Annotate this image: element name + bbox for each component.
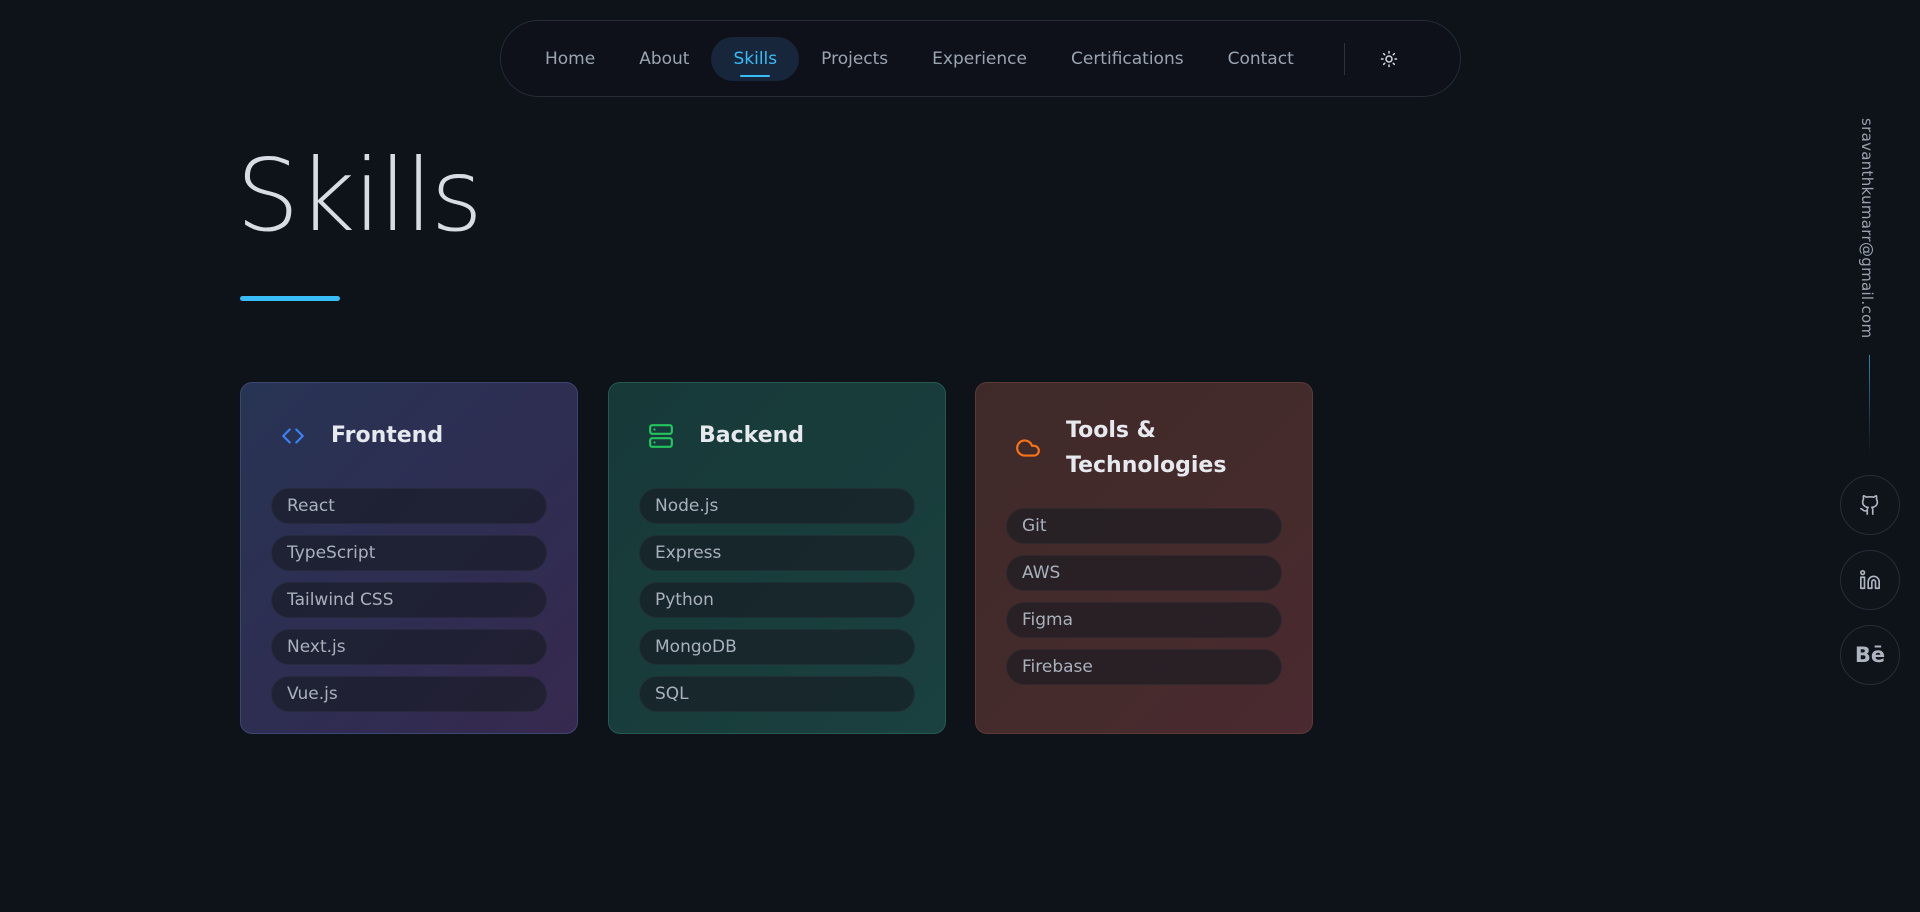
skill-list: React TypeScript Tailwind CSS Next.js Vu…	[271, 488, 547, 712]
skill-pill: Git	[1006, 508, 1282, 544]
skill-card-frontend: Frontend React TypeScript Tailwind CSS N…	[240, 382, 578, 734]
skill-card-backend: Backend Node.js Express Python MongoDB S…	[608, 382, 946, 734]
nav-skills[interactable]: Skills	[711, 36, 800, 81]
main-nav: Home About Skills Projects Experience Ce…	[500, 20, 1461, 97]
skill-pill: Node.js	[639, 488, 915, 524]
github-icon	[1860, 495, 1879, 515]
nav-certifications[interactable]: Certifications	[1049, 37, 1206, 81]
side-divider-line	[1869, 355, 1870, 455]
email-link[interactable]: sravanthkumarr@gmail.com	[1858, 118, 1876, 338]
code-icon	[280, 423, 306, 449]
skill-pill: Firebase	[1006, 649, 1282, 685]
skill-list: Git AWS Figma Firebase	[1006, 508, 1282, 685]
skill-pill: Tailwind CSS	[271, 582, 547, 618]
sun-icon	[1380, 50, 1397, 67]
nav-home[interactable]: Home	[523, 37, 617, 81]
server-icon	[648, 423, 674, 449]
nav-divider	[1343, 42, 1345, 75]
skill-pill: Next.js	[271, 629, 547, 665]
skill-card-tools: Tools & Technologies Git AWS Figma Fireb…	[975, 382, 1313, 734]
nav-about[interactable]: About	[617, 37, 711, 81]
nav-experience[interactable]: Experience	[910, 37, 1049, 81]
page-title: Skills	[236, 137, 483, 254]
cloud-icon	[1015, 435, 1041, 461]
skill-pill: TypeScript	[271, 535, 547, 571]
skill-pill: MongoDB	[639, 629, 915, 665]
skill-pill: Python	[639, 582, 915, 618]
card-header: Tools & Technologies	[1006, 383, 1282, 513]
linkedin-button[interactable]	[1840, 550, 1900, 610]
title-underline	[240, 296, 340, 301]
nav-contact[interactable]: Contact	[1206, 37, 1316, 81]
nav-projects[interactable]: Projects	[799, 37, 910, 81]
behance-icon: Bē	[1854, 643, 1886, 667]
skill-pill: Express	[639, 535, 915, 571]
skill-pill: React	[271, 488, 547, 524]
card-header: Frontend	[271, 383, 547, 488]
card-title: Tools & Technologies	[1066, 418, 1227, 478]
skill-list: Node.js Express Python MongoDB SQL	[639, 488, 915, 712]
skill-pill: Figma	[1006, 602, 1282, 638]
card-title: Frontend	[331, 423, 444, 448]
skill-pill: AWS	[1006, 555, 1282, 591]
skill-pill: Vue.js	[271, 676, 547, 712]
behance-button[interactable]: Bē	[1840, 625, 1900, 685]
skill-pill: SQL	[639, 676, 915, 712]
theme-toggle-button[interactable]	[1377, 47, 1401, 71]
card-header: Backend	[639, 383, 915, 488]
linkedin-icon	[1860, 570, 1880, 590]
card-title: Backend	[699, 423, 805, 448]
github-button[interactable]	[1840, 475, 1900, 535]
